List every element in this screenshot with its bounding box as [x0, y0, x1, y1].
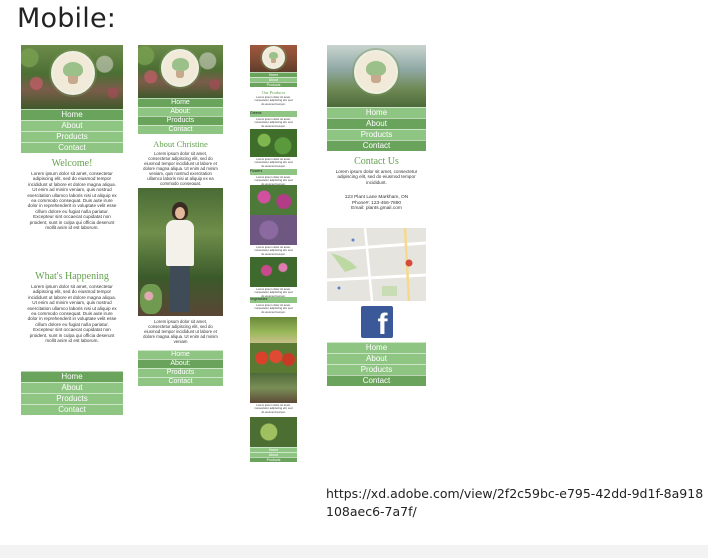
nav-products[interactable]: Products [138, 368, 223, 377]
nav-home[interactable]: Home [327, 341, 426, 353]
nav-contact[interactable]: Contact [138, 125, 223, 134]
about-text-top: Lorem ipsum dolor sit amet, consectetur … [143, 151, 218, 185]
bottom-nav: Home About Products Contact [21, 371, 123, 415]
vegetables-photo-2 [250, 343, 297, 373]
nav-about[interactable]: About [327, 352, 426, 364]
contact-intro: Lorem ipsum dolor sit amet, consectetur … [335, 169, 418, 185]
location-map[interactable] [327, 227, 426, 301]
mockup-products: Home About Products Our Products Lorem i… [250, 45, 297, 545]
mockup-about: Home About: Products Contact About Chris… [138, 45, 223, 397]
nav-about[interactable]: About [21, 120, 123, 131]
person-pants [170, 266, 190, 312]
greens-blurb: Lorem ipsum dolor sit amet, consectetur … [254, 117, 293, 128]
nav-products[interactable]: Products [138, 116, 223, 125]
prototype-link[interactable]: https://xd.adobe.com/view/2f2c59bc-e795-… [326, 485, 706, 521]
about-title: About Christine [153, 139, 208, 149]
nav-products[interactable]: Products [21, 393, 123, 404]
nav-about[interactable]: About: [138, 359, 223, 368]
logo [262, 46, 285, 69]
flowers-photo-2 [250, 215, 297, 245]
logo [51, 51, 95, 95]
vegetables-photo-1 [250, 317, 297, 343]
christine-photo [138, 188, 223, 316]
person-shirt [166, 220, 194, 266]
facebook-icon[interactable]: f [360, 305, 393, 341]
vegetables-photo-4 [250, 417, 297, 447]
page-heading: Mobile: [17, 3, 117, 34]
products-blurb: Lorem ipsum dolor sit amet, consectetur … [254, 95, 293, 106]
nav-home[interactable]: Home [327, 107, 426, 118]
bottom-nav: Home About Products [250, 447, 297, 462]
nav-products[interactable]: Products [327, 129, 426, 140]
flowers-photo-1 [250, 185, 297, 215]
welcome-text: Lorem ipsum dolor sit amet, consectetur … [27, 171, 117, 231]
logo [354, 50, 398, 94]
vegetables-blurb: Lorem ipsum dolor sit amet, consectetur … [254, 287, 293, 297]
greens-caption: Lorem ipsum dolor sit amet, consectetur … [254, 157, 293, 168]
top-nav: Home About Products Contact [327, 107, 426, 151]
hero-image [21, 45, 123, 109]
map-roads [327, 227, 426, 301]
nav-about[interactable]: About [21, 382, 123, 393]
vegetables-photo-3 [250, 373, 297, 403]
nav-contact[interactable]: Contact [327, 140, 426, 151]
hero-image [327, 45, 426, 107]
person-face [175, 207, 185, 219]
nav-contact[interactable]: Contact [21, 142, 123, 153]
nav-products[interactable]: Products [327, 363, 426, 375]
vegetables-caption: Lorem ipsum dolor sit amet, consectetur … [254, 303, 293, 314]
nav-products[interactable]: Products [250, 82, 297, 87]
logo [161, 49, 199, 87]
welcome-title: Welcome! [51, 158, 93, 169]
nav-products[interactable]: Products [21, 131, 123, 142]
bottom-strip [0, 545, 708, 558]
greens-photo [250, 129, 297, 157]
flowers-photo-3 [250, 257, 297, 287]
nav-home[interactable]: Home [21, 371, 123, 382]
flowers-blurb: Lorem ipsum dolor sit amet, consectetur … [254, 175, 293, 185]
contact-title: Contact Us [354, 156, 399, 167]
hero-image [250, 45, 297, 72]
top-nav: Home About Products [250, 72, 297, 87]
about-text-bottom: Lorem ipsum dolor sit amet, consectetur … [143, 319, 218, 345]
facebook-glyph: f [377, 307, 388, 341]
nav-home[interactable]: Home [138, 98, 223, 107]
nav-contact[interactable]: Contact [138, 377, 223, 386]
nav-products[interactable]: Products [250, 457, 297, 462]
top-nav: Home About: Products Contact [138, 98, 223, 134]
nav-contact[interactable]: Contact [327, 374, 426, 386]
nav-home[interactable]: Home [138, 350, 223, 359]
bottom-nav: Home About: Products Contact [138, 350, 223, 386]
nav-about[interactable]: About: [138, 107, 223, 116]
flowers [140, 284, 162, 314]
nav-about[interactable]: About [327, 118, 426, 129]
nav-contact[interactable]: Contact [21, 404, 123, 415]
vegetables-blurb-2: Lorem ipsum dolor sit amet, consectetur … [254, 403, 293, 414]
hero-image [138, 45, 223, 98]
nav-home[interactable]: Home [21, 109, 123, 120]
flowers-caption: Lorem ipsum dolor sit amet, consectetur … [254, 245, 293, 256]
bottom-nav: Home About Products Contact [327, 341, 426, 386]
mockup-contact: Home About Products Contact Contact Us L… [327, 45, 426, 389]
contact-email: Email: plants.gmail.com [351, 206, 402, 212]
mockup-home: Home About Products Contact Welcome! Lor… [21, 45, 123, 415]
happening-title: What's Happening [35, 271, 109, 282]
top-nav: Home About Products Contact [21, 109, 123, 153]
happening-text: Lorem ipsum dolor sit amet, consectetur … [27, 284, 117, 344]
